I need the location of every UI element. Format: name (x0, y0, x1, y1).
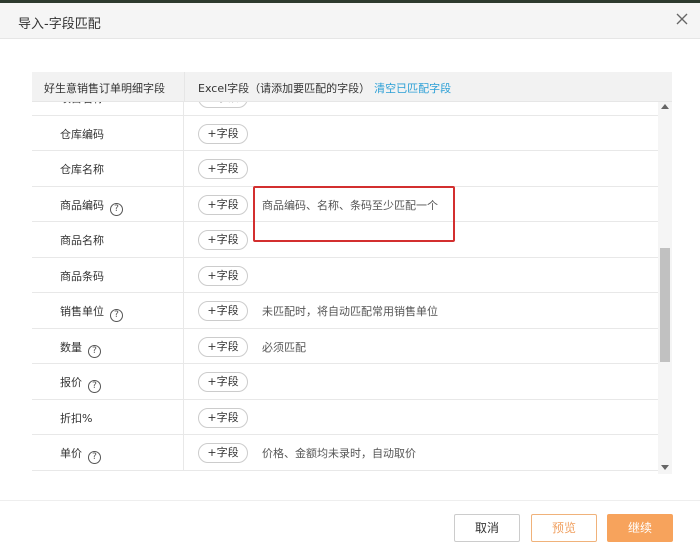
field-name-cell: 商品编码? (32, 186, 184, 221)
add-field-button[interactable]: +字段 (198, 230, 248, 250)
header-divider (184, 72, 185, 102)
field-name-cell: 仓库名称 (32, 151, 184, 186)
field-name-label: 报价? (60, 374, 101, 393)
field-name-text: 销售单位 (60, 305, 104, 318)
field-hint-text: 价格、金额均未录时，自动取价 (262, 447, 416, 460)
add-field-button[interactable]: +字段 (198, 265, 248, 286)
field-name-label: 商品编码? (60, 197, 123, 216)
table-row: 仓库名称 +字段 (32, 151, 658, 187)
field-name-cell: 数量? (32, 328, 184, 363)
field-name-cell: 商品名称 (32, 222, 184, 257)
scroll-up-arrow-icon[interactable] (661, 104, 669, 109)
field-name-text: 数量 (60, 340, 82, 354)
field-name-text: 商品条码 (60, 269, 104, 283)
field-name-text: 商品编码 (60, 198, 104, 212)
field-name-text: 折扣% (60, 411, 93, 425)
add-field-button[interactable]: +字段 (198, 102, 248, 108)
field-name-label: 销售单位? (60, 303, 123, 322)
field-name-label: 单价? (60, 445, 101, 464)
field-name-text: 报价 (60, 376, 82, 389)
field-name-text: 项目名称 (60, 102, 104, 105)
add-field-button[interactable]: +字段 (198, 372, 248, 392)
field-name-label: 商品条码 (60, 268, 104, 284)
field-mapping-table: 好生意销售订单明细字段 Excel字段（请添加要匹配的字段）清空已匹配字段 项目… (32, 72, 672, 474)
add-field-button[interactable]: +字段 (198, 407, 248, 428)
add-field-button[interactable]: +字段 (198, 123, 248, 144)
clear-matched-link[interactable]: 清空已匹配字段 (374, 82, 451, 95)
field-name-label: 项目名称 (60, 102, 104, 106)
field-name-cell: 报价? (32, 364, 184, 399)
field-name-label: 商品名称 (60, 232, 104, 248)
table-row: 项目名称 +字段 (32, 102, 658, 116)
table-body: 项目名称+字段仓库编码+字段仓库名称+字段商品编码?+字段商品编码、名称、条码至… (32, 102, 658, 474)
continue-button[interactable]: 继续 (607, 514, 673, 542)
header-excel-field: Excel字段（请添加要匹配的字段） 清空已匹配字段 (198, 80, 451, 96)
field-name-label: 仓库编码 (60, 126, 104, 142)
question-circle-icon[interactable]: ? (88, 380, 101, 393)
add-field-button[interactable]: +字段 (198, 194, 248, 215)
close-icon[interactable] (674, 11, 690, 27)
field-hint-text: 必须匹配 (262, 340, 306, 354)
add-field-button[interactable]: +字段 (198, 159, 248, 179)
field-name-cell: 商品条码 (32, 257, 184, 292)
cancel-button[interactable]: 取消 (454, 514, 520, 542)
dialog-title: 导入-字段匹配 (18, 17, 101, 32)
field-name-text: 仓库名称 (60, 163, 104, 176)
question-circle-icon[interactable]: ? (110, 202, 123, 216)
table-row: 折扣% +字段 (32, 399, 658, 435)
scroll-down-arrow-icon[interactable] (661, 465, 669, 470)
field-name-label: 仓库名称 (60, 161, 104, 177)
table-scrollbar[interactable] (658, 102, 672, 474)
field-name-cell: 单价? (32, 435, 184, 470)
add-field-button[interactable]: +字段 (198, 301, 248, 321)
field-name-cell: 销售单位? (32, 293, 184, 328)
annotation-highlight-box (253, 186, 455, 242)
dialog-header: 导入-字段匹配 (0, 3, 700, 39)
table-row: 商品条码 +字段 (32, 257, 658, 293)
question-circle-icon[interactable]: ? (88, 344, 101, 358)
table-row: 数量? +字段 必须匹配 (32, 328, 658, 364)
field-name-label: 数量? (60, 339, 101, 358)
question-circle-icon[interactable]: ? (88, 451, 101, 464)
dialog-footer: 取消 预览 继续 (0, 500, 700, 544)
field-hint-text: 未匹配时，将自动匹配常用销售单位 (262, 305, 438, 318)
question-circle-icon[interactable]: ? (110, 309, 123, 322)
field-name-cell: 仓库编码 (32, 115, 184, 150)
header-system-field: 好生意销售订单明细字段 (44, 82, 165, 95)
field-name-cell: 项目名称 (32, 102, 184, 115)
table-row: 单价? +字段 价格、金额均未录时，自动取价 (32, 435, 658, 471)
add-field-button[interactable]: +字段 (198, 443, 248, 463)
preview-button[interactable]: 预览 (531, 514, 597, 542)
table-row: 报价? +字段 (32, 364, 658, 400)
table-row: 仓库编码 +字段 (32, 115, 658, 151)
footer-divider (0, 500, 700, 501)
field-name-label: 折扣% (60, 410, 92, 426)
field-name-text: 商品名称 (60, 234, 104, 247)
header-excel-field-label: Excel字段（请添加要匹配的字段） (198, 82, 371, 95)
table-header: 好生意销售订单明细字段 Excel字段（请添加要匹配的字段） 清空已匹配字段 (32, 72, 672, 102)
field-name-text: 单价 (60, 447, 82, 460)
field-name-text: 仓库编码 (60, 127, 104, 141)
field-name-cell: 折扣% (32, 399, 184, 434)
table-row: 销售单位? +字段 未匹配时，将自动匹配常用销售单位 (32, 293, 658, 329)
scrollbar-thumb[interactable] (660, 248, 670, 362)
add-field-button[interactable]: +字段 (198, 336, 248, 357)
